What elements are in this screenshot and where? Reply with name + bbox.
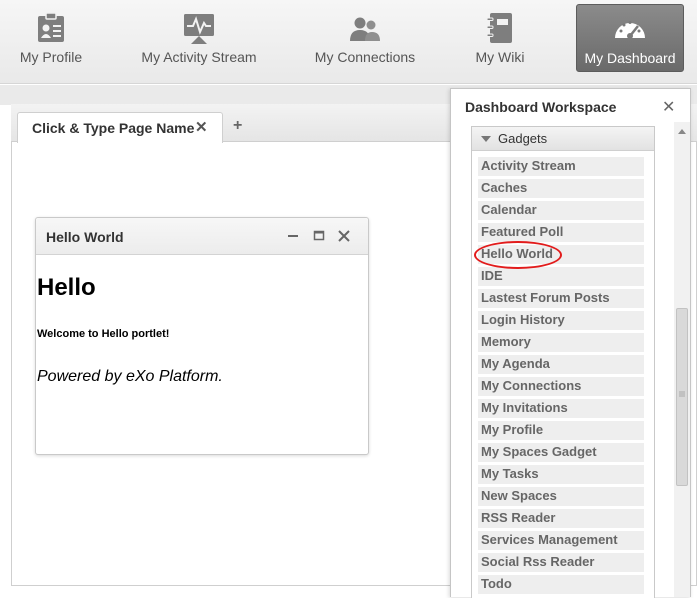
gadget-list-item[interactable]: Caches (478, 179, 644, 198)
wiki-notebook-icon (486, 13, 512, 43)
gadget-list-item[interactable]: Featured Poll (478, 223, 644, 242)
workspace-scrollbar[interactable] (674, 122, 690, 597)
gadget-list-item[interactable]: My Invitations (478, 399, 644, 418)
gadget-list-item[interactable]: My Tasks (478, 465, 644, 484)
nav-my-activity-stream[interactable]: My Activity Stream (140, 0, 258, 84)
nav-my-wiki[interactable]: My Wiki (472, 0, 528, 84)
caret-down-icon (481, 136, 491, 142)
gadget-list-item[interactable]: Todo (478, 575, 644, 594)
gadget-list: Gadgets Activity Stream Caches Calendar … (471, 126, 655, 598)
nav-label: My Wiki (475, 49, 525, 65)
scroll-up-arrow-icon[interactable] (674, 124, 690, 140)
nav-my-dashboard[interactable]: My Dashboard (576, 4, 684, 72)
gadget-header[interactable]: Hello World (36, 218, 368, 255)
profile-card-icon (38, 12, 64, 42)
gadget-list-item[interactable]: IDE (478, 267, 644, 286)
dashboard-gauge-icon (615, 21, 645, 39)
hello-world-gadget: Hello World Hello Welcome to Hello portl… (35, 217, 369, 455)
gadget-list-item[interactable]: My Spaces Gadget (478, 443, 644, 462)
tab-label[interactable]: Click & Type Page Name (32, 120, 194, 136)
welcome-text: Welcome to Hello portlet! (37, 328, 170, 340)
add-tab-button[interactable]: + (233, 117, 242, 135)
dashboard-workspace-panel: Dashboard Workspace ✕ Gadgets Activity S… (450, 88, 691, 598)
activity-stream-icon (184, 14, 214, 44)
gadget-list-item[interactable]: Activity Stream (478, 157, 644, 176)
maximize-icon[interactable] (311, 226, 327, 244)
nav-my-profile[interactable]: My Profile (14, 0, 88, 84)
gadget-list-item[interactable]: My Profile (478, 421, 644, 440)
nav-label: My Activity Stream (141, 49, 257, 65)
nav-my-connections[interactable]: My Connections (313, 0, 417, 84)
nav-label: My Connections (314, 49, 416, 65)
connections-icon (350, 17, 380, 41)
close-icon[interactable] (336, 226, 352, 244)
gadget-list-item[interactable]: Login History (478, 311, 644, 330)
nav-label: My Profile (19, 49, 83, 65)
gadget-title: Hello World (46, 229, 124, 245)
close-icon[interactable]: ✕ (662, 97, 675, 117)
hello-heading: Hello (37, 274, 96, 301)
minimize-icon[interactable] (285, 226, 301, 244)
gadget-list-item[interactable]: RSS Reader (478, 509, 644, 528)
gadget-list-item[interactable]: Lastest Forum Posts (478, 289, 644, 308)
gadget-list-item[interactable]: Social Rss Reader (478, 553, 644, 572)
workspace-title: Dashboard Workspace (465, 99, 617, 115)
gadget-list-item[interactable]: Services Management (478, 531, 644, 550)
gadget-list-item-hello-world[interactable]: Hello World (478, 245, 644, 264)
gadget-list-item[interactable]: New Spaces (478, 487, 644, 506)
category-gadgets[interactable]: Gadgets (472, 127, 654, 151)
powered-by-text: Powered by eXo Platform. (37, 368, 223, 385)
gadget-list-item[interactable]: My Connections (478, 377, 644, 396)
tab-page-name[interactable]: Click & Type Page Name ✕ (17, 112, 223, 143)
gadget-list-item[interactable]: Calendar (478, 201, 644, 220)
scrollbar-grip-icon (679, 391, 685, 397)
category-label: Gadgets (498, 131, 548, 146)
gadget-list-item[interactable]: My Agenda (478, 355, 644, 374)
tab-close-icon[interactable]: ✕ (195, 118, 208, 136)
gadget-list-item[interactable]: Memory (478, 333, 644, 352)
top-navigation: My Profile My Activity Stream My Connect… (0, 0, 697, 84)
nav-label: My Dashboard (584, 50, 676, 66)
